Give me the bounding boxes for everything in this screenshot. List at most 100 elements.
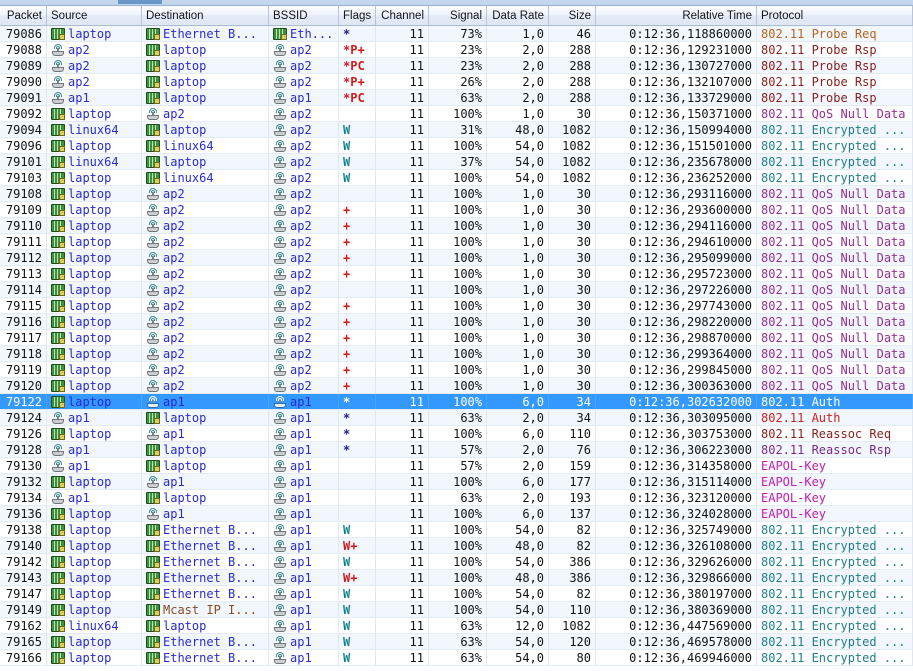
cell-data-rate: 1,0 [487,346,549,361]
table-row[interactable]: 79124 ap1 laptop ap1 * 11 63% 2,0 34 0:12:36,3030… [0,410,913,426]
table-row[interactable]: 79138 laptop Ethernet B... ap1 W 11 100% 54,0 82… [0,522,913,538]
source-label: laptop [68,586,112,601]
table-row[interactable]: 79113 laptop ap2 ap2 +11 100% 1,0 30 0:12:36,295… [0,266,913,282]
host-icon [51,347,65,360]
cell-signal: 100% [429,106,487,121]
bssid-label: ap1 [290,650,312,665]
table-row[interactable]: 79147 laptop Ethernet B... ap1 W 11 100% 54,0 82… [0,586,913,602]
column-header-protocol[interactable]: Protocol [757,6,913,25]
host-icon [146,91,160,104]
cell-flags: + [339,250,376,265]
cell-channel: 11 [376,570,429,585]
column-header-channel[interactable]: Channel [376,6,429,25]
cell-flags: W [339,634,376,649]
table-row[interactable]: 79140 laptop Ethernet B... ap1 W+ 11 100% 48,0 8… [0,538,913,554]
cell-data-rate: 1,0 [487,218,549,233]
column-header-flags[interactable]: Flags [339,6,376,25]
protocol-label: 802.11 QoS Null Data [761,298,906,313]
table-row[interactable]: 79112 laptop ap2 ap2 +11 100% 1,0 30 0:12:36,295… [0,250,913,266]
cell-packet: 79140 [0,538,47,553]
table-row[interactable]: 79091 ap1 laptop ap1 *PC 11 63% 2,0 288 0:12:36,1… [0,90,913,106]
column-header-source[interactable]: Source [47,6,142,25]
table-row[interactable]: 79142 laptop Ethernet B... ap1 W 11 100% 54,0 38… [0,554,913,570]
cell-size: 1082 [549,170,596,185]
column-header-signal[interactable]: Signal [429,6,487,25]
ap-icon [273,507,287,520]
cell-signal: 100% [429,522,487,537]
cell-destination: Mcast IP I... [142,602,269,617]
table-row[interactable]: 79119 laptop ap2 ap2 +11 100% 1,0 30 0:12:36,299… [0,362,913,378]
cell-relative-time: 0:12:36,300363000 [596,378,757,393]
protocol-label: 802.11 Encrypted ... [761,570,906,585]
column-header-data-rate[interactable]: Data Rate [487,6,549,25]
table-row[interactable]: 79086 laptop Ethernet B... Eth... * 11 73% 1,0 4… [0,26,913,42]
cell-protocol: 802.11 QoS Null Data [757,282,913,297]
host-icon [51,619,65,632]
packet-table-body[interactable]: 79086 laptop Ethernet B... Eth... * 11 73% 1,0 4… [0,26,913,671]
table-row[interactable]: 79111 laptop ap2 ap2 +11 100% 1,0 30 0:12:36,294… [0,234,913,250]
table-row[interactable]: 79115 laptop ap2 ap2 +11 100% 1,0 30 0:12:36,297… [0,298,913,314]
column-header-size[interactable]: Size [549,6,596,25]
table-row[interactable]: 79090 ap2 laptop ap2 *P+ 11 26% 2,0 288 0:12:36,1… [0,74,913,90]
table-row[interactable]: 79116 laptop ap2 ap2 +11 100% 1,0 30 0:12:36,298… [0,314,913,330]
table-row[interactable]: 79166 laptop Ethernet B... ap1 W 11 63% 54,0 80 0… [0,650,913,666]
protocol-label: 802.11 Encrypted ... [761,554,906,569]
cell-signal: 100% [429,346,487,361]
cell-signal: 100% [429,138,487,153]
cell-destination: ap2 [142,282,269,297]
table-row[interactable]: 79134 ap1 laptop ap1 11 63% 2,0 193 0:12:36,3231… [0,490,913,506]
table-row[interactable]: 79117 laptop ap2 ap2 +11 100% 1,0 30 0:12:36,298… [0,330,913,346]
cell-destination: ap2 [142,314,269,329]
cell-relative-time: 0:12:36,315114000 [596,474,757,489]
table-row[interactable]: 79136 laptop ap1 ap1 11 100% 6,0 137 0:12:36,324… [0,506,913,522]
column-header-destination[interactable]: Destination [142,6,269,25]
table-row[interactable]: 79165 laptop Ethernet B... ap1 W 11 63% 54,0 120… [0,634,913,650]
table-row[interactable]: 79109 laptop ap2 ap2 +11 100% 1,0 30 0:12:36,293… [0,202,913,218]
column-header-bssid[interactable]: BSSID [269,6,339,25]
table-row[interactable]: 79096 laptop linux64 ap2 W 11 100% 54,0 1082 0:12… [0,138,913,154]
destination-label: ap2 [163,218,185,233]
table-row[interactable]: 79120 laptop ap2 ap2 +11 100% 1,0 30 0:12:36,300… [0,378,913,394]
table-row[interactable]: 79122 laptop ap1 ap1 * 11 100% 6,0 34 0:12:36,302… [0,394,913,410]
table-row[interactable]: 79108 laptop ap2 ap2 11 100% 1,0 30 0:12:36,2931… [0,186,913,202]
table-row[interactable]: 79088 ap2 laptop ap2 *P+ 11 23% 2,0 288 0:12:36,1… [0,42,913,58]
host-icon [51,139,65,152]
destination-label: ap1 [163,426,185,441]
cell-source: ap1 [47,458,142,473]
table-row[interactable]: 79110 laptop ap2 ap2 +11 100% 1,0 30 0:12:36,294… [0,218,913,234]
table-row[interactable]: 79128 ap1 laptop ap1 * 11 57% 2,0 76 0:12:36,3062… [0,442,913,458]
column-header-row[interactable]: Packet Source Destination BSSID Flags Channel… [0,6,913,26]
table-row[interactable]: 79101 linux64 laptop ap2 W 11 37% 54,0 1082 0:12:… [0,154,913,170]
column-header-relative-time[interactable]: Relative Time [596,6,757,25]
bssid-label: ap2 [290,378,312,393]
flags-label: W+ [343,570,358,585]
cell-channel: 11 [376,346,429,361]
cell-signal: 100% [429,170,487,185]
table-row[interactable]: 79162 linux64 laptop ap1 W 11 63% 12,0 1082 0:12:… [0,618,913,634]
table-row[interactable]: 79149 laptop Mcast IP I... ap1 W 11 100% 54,0 11… [0,602,913,618]
table-row[interactable]: 79118 laptop ap2 ap2 +11 100% 1,0 30 0:12:36,299… [0,346,913,362]
ap-icon [51,75,65,88]
splitter-thumb[interactable] [118,0,162,4]
cell-destination: laptop [142,490,269,505]
cell-protocol: 802.11 Probe Req [757,26,913,41]
cell-size: 34 [549,394,596,409]
table-row[interactable]: 79143 laptop Ethernet B... ap1 W+ 11 100% 48,0 3… [0,570,913,586]
table-row[interactable]: 79092 laptop ap2 ap2 11 100% 1,0 30 0:12:36,1503… [0,106,913,122]
table-row[interactable]: 79089 ap2 laptop ap2 *PC 11 23% 2,0 288 0:12:36,1… [0,58,913,74]
table-row[interactable]: 79132 laptop ap1 ap1 11 100% 6,0 177 0:12:36,315… [0,474,913,490]
column-header-packet[interactable]: Packet [0,6,47,25]
cell-size: 46 [549,26,596,41]
table-row[interactable]: 79094 linux64 laptop ap2 W 11 31% 48,0 1082 0:12:… [0,122,913,138]
table-row[interactable]: 79130 ap1 laptop ap1 11 57% 2,0 159 0:12:36,3143… [0,458,913,474]
horizontal-splitter[interactable] [0,0,913,6]
cell-relative-time: 0:12:36,469578000 [596,634,757,649]
table-row[interactable]: 79114 laptop ap2 ap2 11 100% 1,0 30 0:12:36,2972… [0,282,913,298]
host-icon [146,555,160,568]
table-row[interactable]: 79126 laptop ap1 ap1 * 11 100% 6,0 110 0:12:36,30… [0,426,913,442]
table-row[interactable]: 79103 laptop linux64 ap2 W 11 100% 54,0 1082 0:12… [0,170,913,186]
cell-size: 30 [549,106,596,121]
ap-icon [51,59,65,72]
destination-label: ap2 [163,346,185,361]
host-icon [51,155,65,168]
